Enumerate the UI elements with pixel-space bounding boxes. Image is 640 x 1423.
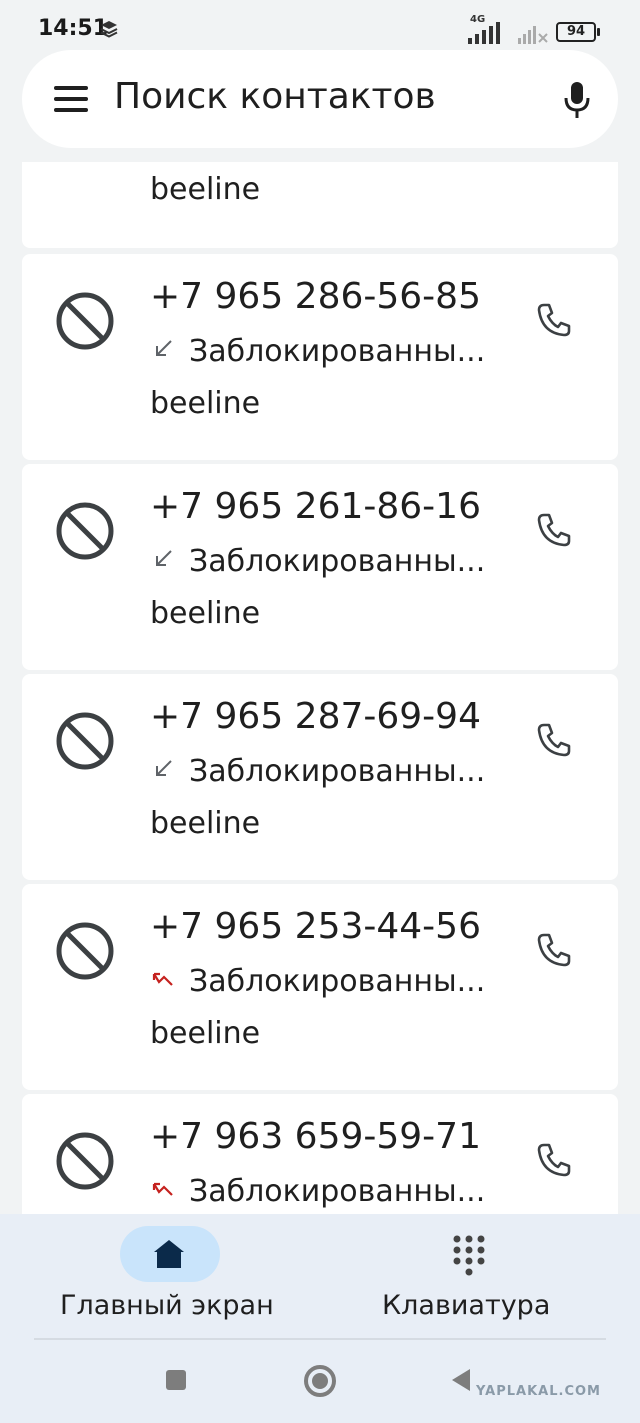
search-input[interactable]: Поиск контактов: [114, 76, 436, 117]
phone-number: +7 965 253-44-56: [150, 906, 481, 947]
call-log-list[interactable]: beeline +7 965 286-56-85 Заблокированны.…: [22, 162, 618, 1214]
tab-home-label[interactable]: Главный экран: [60, 1290, 274, 1321]
list-item[interactable]: +7 963 659-59-71 Заблокированны...: [22, 1094, 618, 1214]
blocked-icon: [56, 922, 114, 980]
phone-number: +7 965 287-69-94: [150, 696, 481, 737]
carrier-label: beeline: [150, 172, 261, 207]
tab-keypad-label[interactable]: Клавиатура: [382, 1290, 550, 1321]
blocked-icon: [56, 1132, 114, 1190]
missed-call-icon: [152, 972, 173, 986]
carrier-label: beeline: [150, 386, 261, 421]
phone-icon[interactable]: [534, 720, 574, 760]
search-bar[interactable]: Поиск контактов: [22, 50, 618, 148]
phone-number: +7 963 659-59-71: [150, 1116, 481, 1157]
watermark: YAPLAKAL.COM: [476, 1384, 601, 1399]
menu-icon[interactable]: [54, 86, 88, 112]
list-item[interactable]: beeline: [22, 162, 618, 248]
list-item[interactable]: +7 965 261-86-16 Заблокированны... beeli…: [22, 464, 618, 670]
phone-number: +7 965 261-86-16: [150, 486, 481, 527]
list-item[interactable]: +7 965 286-56-85 Заблокированны... beeli…: [22, 254, 618, 460]
battery-indicator: 94: [556, 22, 600, 42]
dialpad-icon[interactable]: [452, 1234, 486, 1276]
blocked-icon: [56, 502, 114, 560]
list-item[interactable]: +7 965 253-44-56 Заблокированны... beeli…: [22, 884, 618, 1090]
call-status: Заблокированны...: [189, 964, 486, 999]
layers-icon: [100, 21, 118, 38]
back-button[interactable]: [452, 1369, 470, 1391]
call-status: Заблокированны...: [189, 334, 486, 369]
signal-off-icon: [518, 26, 548, 44]
blocked-icon: [56, 712, 114, 770]
phone-icon[interactable]: [534, 300, 574, 340]
incoming-call-icon: [156, 760, 172, 776]
mic-icon[interactable]: [562, 80, 592, 120]
home-icon[interactable]: [152, 1238, 186, 1270]
phone-number: +7 965 286-56-85: [150, 276, 481, 317]
phone-icon[interactable]: [534, 1140, 574, 1180]
phone-icon[interactable]: [534, 930, 574, 970]
status-time: 14:51: [38, 16, 109, 41]
list-item[interactable]: +7 965 287-69-94 Заблокированны... beeli…: [22, 674, 618, 880]
home-button[interactable]: [304, 1365, 336, 1397]
incoming-call-icon: [156, 550, 172, 566]
incoming-call-icon: [156, 340, 172, 356]
carrier-label: beeline: [150, 1016, 261, 1051]
blocked-icon: [56, 292, 114, 350]
bottom-navigation: Главный экран Клавиатура YAPLAKAL.COM: [0, 1214, 640, 1423]
phone-icon[interactable]: [534, 510, 574, 550]
recents-button[interactable]: [166, 1370, 186, 1390]
carrier-label: beeline: [150, 806, 261, 841]
nav-divider: [34, 1338, 606, 1340]
call-status: Заблокированны...: [189, 754, 486, 789]
signal-icon: [468, 22, 500, 44]
carrier-label: beeline: [150, 596, 261, 631]
call-status: Заблокированны...: [189, 1174, 486, 1209]
call-status: Заблокированны...: [189, 544, 486, 579]
missed-call-icon: [152, 1182, 173, 1196]
